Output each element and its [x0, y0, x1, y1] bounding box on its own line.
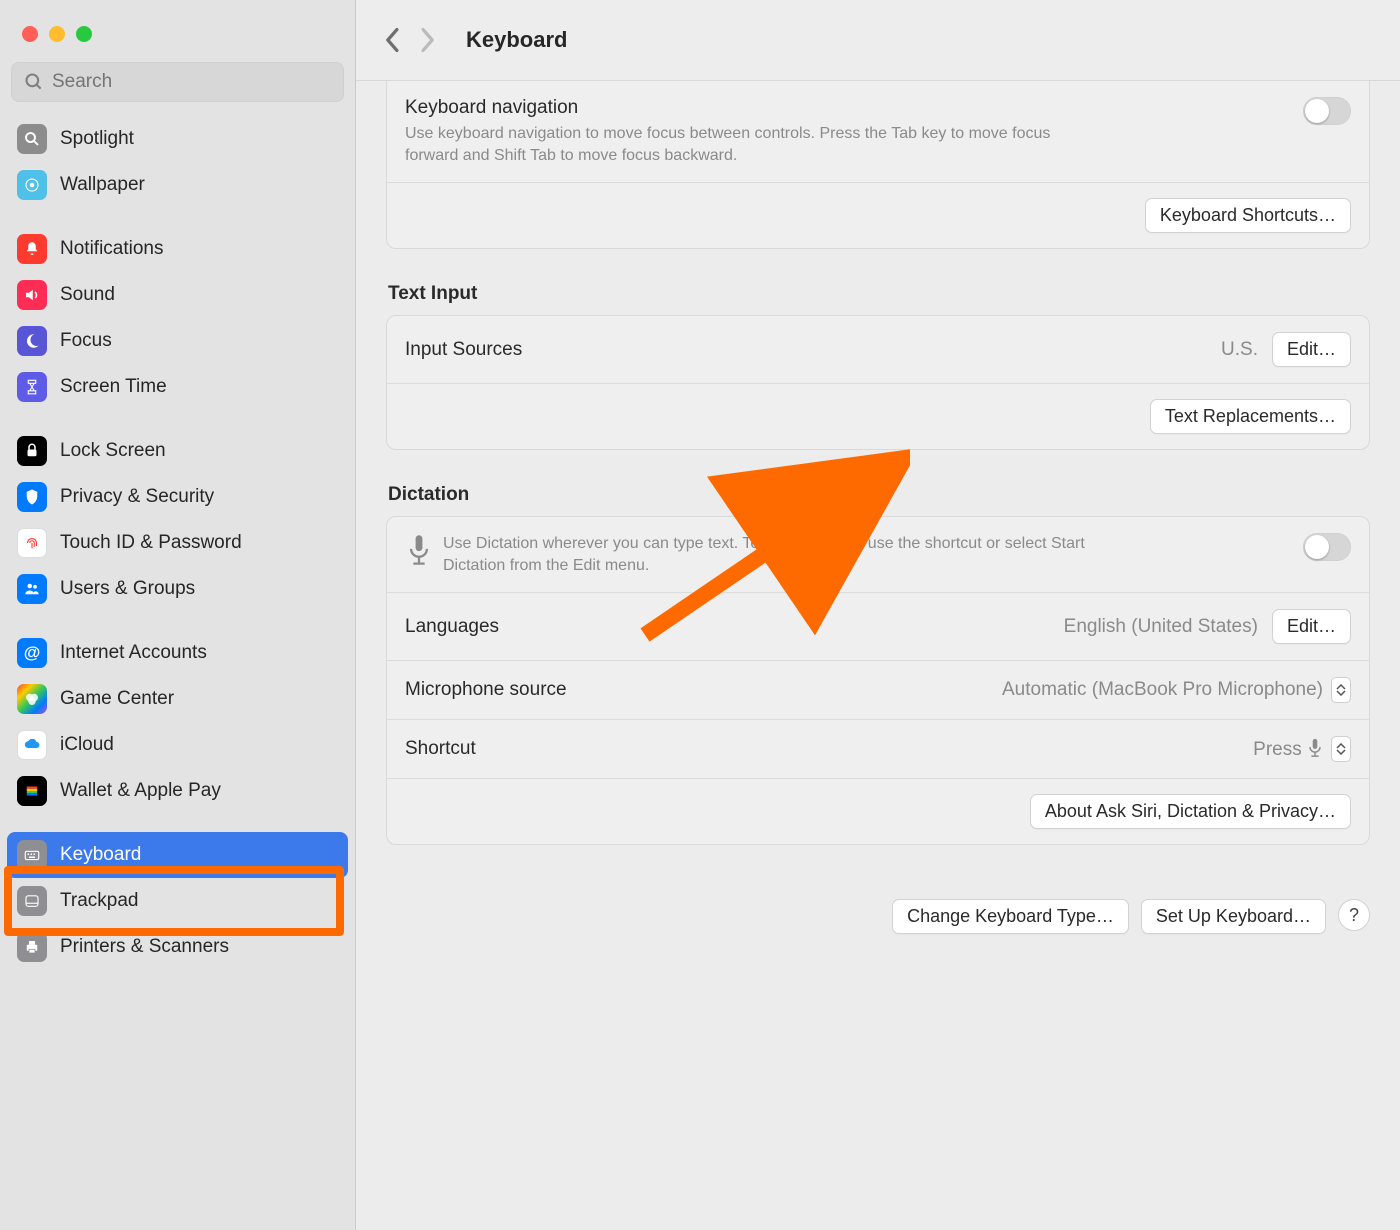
sidebar-item-icloud[interactable]: iCloud [7, 722, 348, 768]
spotlight-icon [17, 124, 47, 154]
sidebar-item-screen-time[interactable]: Screen Time [7, 364, 348, 410]
sidebar-item-label: Screen Time [60, 376, 167, 398]
internet-accounts-icon: @ [17, 638, 47, 668]
sidebar-item-spotlight[interactable]: Spotlight [7, 116, 348, 162]
sidebar-item-label: Privacy & Security [60, 486, 214, 508]
text-replacements-button[interactable]: Text Replacements… [1150, 399, 1351, 434]
users-icon [17, 574, 47, 604]
sidebar-item-wallet[interactable]: Wallet & Apple Pay [7, 768, 348, 814]
keyboard-navigation-panel: Keyboard navigation Use keyboard navigat… [386, 81, 1370, 249]
search-field[interactable] [11, 62, 344, 102]
shortcut-label: Shortcut [405, 738, 476, 760]
sidebar-item-focus[interactable]: Focus [7, 318, 348, 364]
trackpad-icon [17, 886, 47, 916]
sidebar-item-label: Spotlight [60, 128, 134, 150]
kb-nav-title: Keyboard navigation [405, 97, 1085, 119]
sidebar-item-label: Printers & Scanners [60, 936, 229, 958]
sidebar-item-label: Touch ID & Password [60, 532, 242, 554]
page-title: Keyboard [466, 27, 567, 53]
languages-value: English (United States) [1064, 616, 1258, 638]
window-controls [0, 8, 355, 62]
languages-label: Languages [405, 616, 499, 638]
sidebar-item-lock-screen[interactable]: Lock Screen [7, 428, 348, 474]
sound-icon [17, 280, 47, 310]
wallpaper-icon [17, 170, 47, 200]
shortcut-value: Press [1253, 738, 1323, 761]
sidebar-item-label: Focus [60, 330, 112, 352]
fullscreen-window-button[interactable] [76, 26, 92, 42]
footer-buttons: Change Keyboard Type… Set Up Keyboard… ? [356, 875, 1400, 960]
sidebar-item-label: Keyboard [60, 844, 141, 866]
keyboard-icon [17, 840, 47, 870]
back-button[interactable] [376, 23, 410, 57]
sidebar-list: Spotlight Wallpaper Notifications Sound … [0, 112, 355, 974]
forward-button[interactable] [410, 23, 444, 57]
sidebar-item-label: Sound [60, 284, 115, 306]
mic-source-label: Microphone source [405, 679, 567, 701]
sidebar-item-label: Trackpad [60, 890, 139, 912]
kb-nav-description: Use keyboard navigation to move focus be… [405, 123, 1085, 166]
shortcut-stepper[interactable] [1331, 736, 1351, 762]
sidebar-item-label: Wallpaper [60, 174, 145, 196]
sidebar-item-label: Game Center [60, 688, 174, 710]
keyboard-shortcuts-button[interactable]: Keyboard Shortcuts… [1145, 198, 1351, 233]
search-input[interactable] [52, 71, 331, 93]
content-area: Keyboard Keyboard navigation Use keyboar… [356, 0, 1400, 1230]
text-input-section-label: Text Input [388, 283, 1370, 305]
touch-id-icon [17, 528, 47, 558]
change-keyboard-type-button[interactable]: Change Keyboard Type… [892, 899, 1129, 934]
input-sources-value: U.S. [1221, 339, 1258, 361]
sidebar-item-privacy[interactable]: Privacy & Security [7, 474, 348, 520]
mic-source-stepper[interactable] [1331, 677, 1351, 703]
notifications-icon [17, 234, 47, 264]
about-siri-dictation-button[interactable]: About Ask Siri, Dictation & Privacy… [1030, 794, 1351, 829]
lock-screen-icon [17, 436, 47, 466]
minimize-window-button[interactable] [49, 26, 65, 42]
wallet-icon [17, 776, 47, 806]
icloud-icon [17, 730, 47, 760]
sidebar-item-internet-accounts[interactable]: @ Internet Accounts [7, 630, 348, 676]
dictation-description: Use Dictation wherever you can type text… [443, 533, 1123, 576]
sidebar-item-wallpaper[interactable]: Wallpaper [7, 162, 348, 208]
sidebar-item-label: Lock Screen [60, 440, 166, 462]
kb-nav-toggle[interactable] [1303, 97, 1351, 125]
sidebar-item-game-center[interactable]: Game Center [7, 676, 348, 722]
game-center-icon [17, 684, 47, 714]
mic-glyph-icon [1307, 738, 1323, 758]
microphone-icon [405, 533, 433, 567]
sidebar: Spotlight Wallpaper Notifications Sound … [0, 0, 356, 1230]
input-sources-edit-button[interactable]: Edit… [1272, 332, 1351, 367]
screen-time-icon [17, 372, 47, 402]
sidebar-item-users[interactable]: Users & Groups [7, 566, 348, 612]
sidebar-item-sound[interactable]: Sound [7, 272, 348, 318]
sidebar-item-label: Users & Groups [60, 578, 195, 600]
mic-source-value: Automatic (MacBook Pro Microphone) [1002, 679, 1323, 701]
close-window-button[interactable] [22, 26, 38, 42]
dictation-toggle[interactable] [1303, 533, 1351, 561]
sidebar-item-label: iCloud [60, 734, 114, 756]
dictation-section-label: Dictation [388, 484, 1370, 506]
text-input-panel: Input Sources U.S. Edit… Text Replacemen… [386, 315, 1370, 450]
sidebar-item-label: Internet Accounts [60, 642, 207, 664]
sidebar-item-touch-id[interactable]: Touch ID & Password [7, 520, 348, 566]
sidebar-item-label: Wallet & Apple Pay [60, 780, 221, 802]
sidebar-item-label: Notifications [60, 238, 164, 260]
dictation-panel: Use Dictation wherever you can type text… [386, 516, 1370, 845]
search-icon [24, 72, 44, 92]
printers-icon [17, 932, 47, 962]
sidebar-item-trackpad[interactable]: Trackpad [7, 878, 348, 924]
setup-keyboard-button[interactable]: Set Up Keyboard… [1141, 899, 1326, 934]
sidebar-item-printers[interactable]: Printers & Scanners [7, 924, 348, 970]
focus-icon [17, 326, 47, 356]
input-sources-label: Input Sources [405, 339, 522, 361]
sidebar-item-notifications[interactable]: Notifications [7, 226, 348, 272]
languages-edit-button[interactable]: Edit… [1272, 609, 1351, 644]
titlebar: Keyboard [356, 0, 1400, 81]
sidebar-item-keyboard[interactable]: Keyboard [7, 832, 348, 878]
privacy-icon [17, 482, 47, 512]
help-button[interactable]: ? [1338, 899, 1370, 931]
